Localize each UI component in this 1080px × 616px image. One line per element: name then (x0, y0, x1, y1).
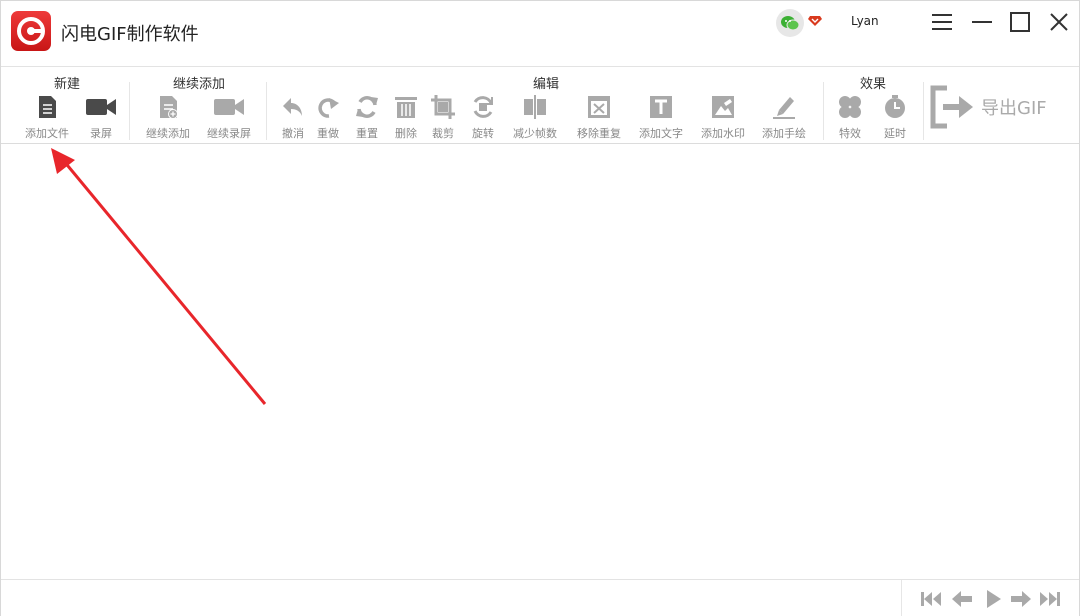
bottom-bar (1, 579, 1079, 616)
tool-label: 添加水印 (701, 127, 745, 140)
rotate-button[interactable]: 旋转 (456, 94, 510, 142)
add-file-button[interactable]: 添加文件 (20, 94, 74, 142)
next-frame-icon[interactable] (1010, 590, 1032, 608)
tool-label: 添加文件 (25, 127, 69, 140)
add-drawing-button[interactable]: 添加手绘 (757, 94, 811, 142)
wechat-icon[interactable] (776, 9, 804, 37)
title-bar: 闪电GIF制作软件 Lyan (1, 1, 1079, 67)
export-icon (930, 85, 973, 129)
play-icon[interactable] (982, 590, 1004, 608)
add-document-icon (160, 96, 178, 119)
reduce-frames-button[interactable]: 减少帧数 (508, 94, 562, 142)
username[interactable]: Lyan (851, 14, 879, 28)
reduce-frames-icon (524, 95, 546, 119)
tool-label: 继续录屏 (207, 127, 251, 140)
pen-icon (773, 97, 795, 119)
vip-diamond-icon[interactable] (807, 12, 823, 32)
frame-canvas-area[interactable] (1, 144, 1079, 579)
continue-add-button[interactable]: 继续添加 (141, 94, 195, 142)
tool-label: 录屏 (90, 127, 112, 140)
timer-icon (885, 95, 905, 118)
tool-label: 减少帧数 (513, 127, 557, 140)
video-camera-icon (214, 99, 244, 115)
video-camera-icon (86, 99, 116, 115)
close-icon[interactable] (1046, 9, 1072, 35)
export-gif-button[interactable]: 导出GIF (929, 84, 1069, 130)
document-icon (39, 96, 56, 118)
record-screen-button[interactable]: 录屏 (74, 94, 128, 142)
app-window: 闪电GIF制作软件 Lyan 新建 继续添加 编辑 效果 添加文件 录屏 继续添… (0, 0, 1080, 616)
tool-label: 继续添加 (146, 127, 190, 140)
toolbar-separator (923, 82, 924, 140)
previous-frame-icon[interactable] (951, 590, 973, 608)
last-frame-icon[interactable] (1039, 590, 1061, 608)
app-logo-icon (11, 11, 51, 51)
remove-duplicate-icon (588, 96, 610, 118)
first-frame-icon[interactable] (920, 590, 942, 608)
add-watermark-button[interactable]: 添加水印 (696, 94, 750, 142)
tool-label: 添加文字 (639, 127, 683, 140)
red-annotation-arrow (51, 148, 267, 405)
tool-label: 移除重复 (577, 127, 621, 140)
export-gif-label: 导出GIF (981, 98, 1047, 119)
maximize-icon[interactable] (1007, 9, 1033, 35)
toolbar-separator (129, 82, 130, 140)
group-label-effects: 效果 (859, 77, 886, 92)
remove-duplicate-button[interactable]: 移除重复 (572, 94, 626, 142)
tool-label: 添加手绘 (762, 127, 806, 140)
text-icon (650, 96, 672, 118)
group-label-new: 新建 (53, 77, 80, 92)
delay-button[interactable]: 延时 (868, 94, 922, 142)
watermark-icon (712, 96, 734, 118)
crop-icon (431, 95, 455, 119)
app-title: 闪电GIF制作软件 (61, 24, 199, 45)
tool-label: 延时 (884, 127, 906, 140)
group-label-edit: 编辑 (532, 77, 559, 92)
add-text-button[interactable]: 添加文字 (634, 94, 688, 142)
rotate-icon (473, 96, 493, 118)
reset-icon (356, 96, 378, 118)
continue-record-button[interactable]: 继续录屏 (202, 94, 256, 142)
toolbar: 新建 继续添加 编辑 效果 添加文件 录屏 继续添加 继续录屏 撤消 重做 重置… (1, 68, 1079, 144)
redo-icon (318, 98, 339, 118)
playback-controls (901, 580, 1079, 616)
effects-icon (839, 96, 861, 118)
group-label-continue-add: 继续添加 (172, 77, 225, 92)
minimize-icon[interactable] (969, 9, 995, 35)
menu-icon[interactable] (929, 9, 955, 35)
tool-label: 旋转 (472, 127, 494, 140)
